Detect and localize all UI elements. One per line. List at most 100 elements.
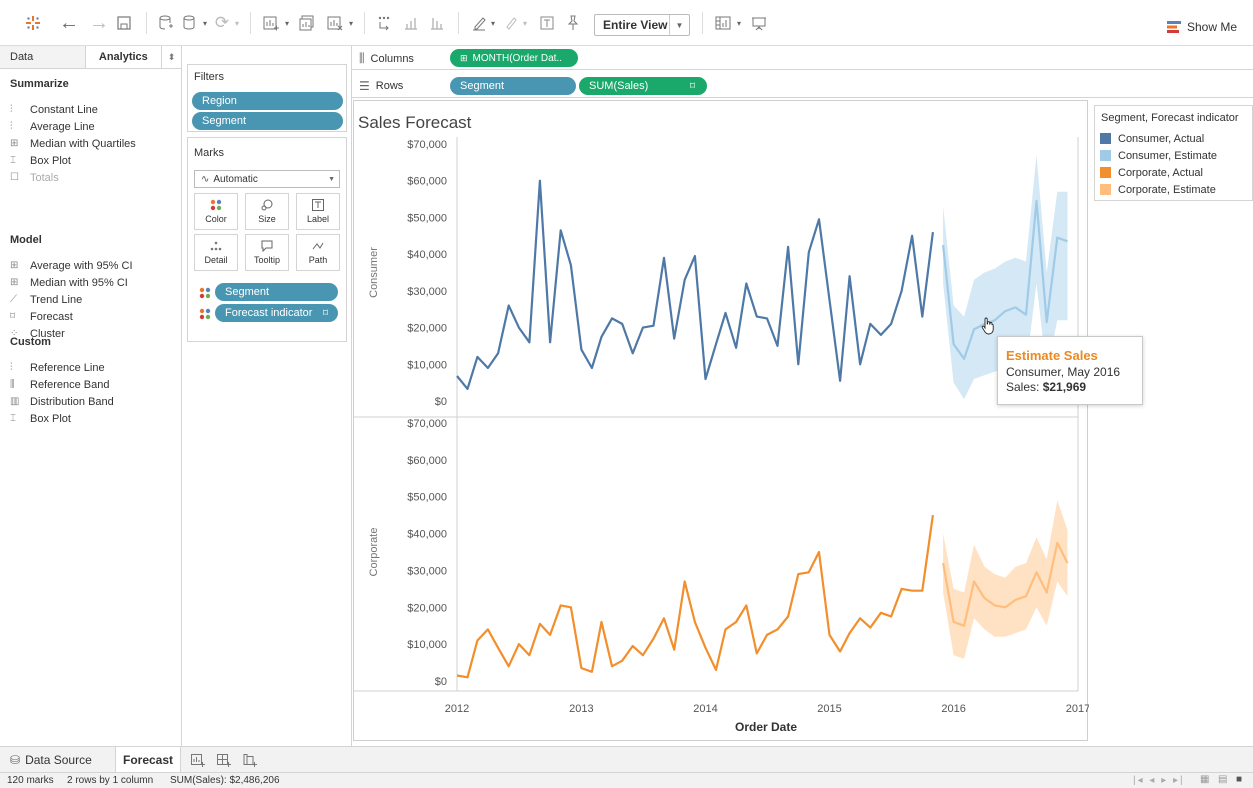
section-title: Custom	[10, 336, 51, 348]
tab-analytics[interactable]: Analytics	[86, 46, 162, 68]
tableau-logo-icon[interactable]	[22, 0, 44, 46]
y-tick-label: $70,000	[407, 139, 447, 151]
status-marks-count: 120 marks	[7, 775, 54, 786]
dropdown-arrow-icon[interactable]: ▾	[520, 0, 530, 46]
legend-item[interactable]: Consumer, Estimate	[1095, 147, 1252, 164]
section-title: Model	[10, 234, 42, 246]
average-ci-icon: ⊞	[10, 260, 19, 271]
color-icon	[210, 199, 222, 211]
show-mark-labels-icon[interactable]	[536, 0, 558, 46]
analytics-item-trend-line[interactable]: ⟋ Trend Line	[0, 291, 181, 308]
analytics-item-label: Forecast	[30, 310, 73, 323]
filter-pill-region[interactable]: Region	[192, 92, 343, 110]
legend-item[interactable]: Consumer, Actual	[1095, 130, 1252, 147]
dropdown-arrow-icon[interactable]: ▾	[200, 0, 210, 46]
plus-box-icon: ⊞	[460, 52, 468, 63]
x-tick-label: 2015	[817, 703, 841, 715]
new-story-icon[interactable]	[243, 747, 257, 773]
y-tick-label: $30,000	[407, 286, 447, 298]
columns-label-text: Columns	[370, 52, 414, 65]
highlight-icon[interactable]	[468, 0, 490, 46]
tooltip-line-sales: Sales: $21,969	[1006, 380, 1142, 394]
dropdown-arrow-icon[interactable]: ▾	[282, 0, 292, 46]
dropdown-arrow-icon[interactable]: ▾	[346, 0, 356, 46]
analytics-item-average-with-95-ci[interactable]: ⊞ Average with 95% CI	[0, 257, 181, 274]
show-me-label: Show Me	[1187, 20, 1238, 34]
analytics-item-median-with-95-ci[interactable]: ⊞ Median with 95% CI	[0, 274, 181, 291]
path-mark-button[interactable]: Path	[296, 234, 340, 271]
presentation-mode-icon[interactable]	[748, 0, 770, 46]
new-worksheet-icon[interactable]	[260, 0, 282, 46]
pane-menu-icon[interactable]: ⬍	[161, 46, 181, 68]
show-cards-icon[interactable]	[712, 0, 734, 46]
totals-icon: ☐	[10, 172, 19, 183]
detail-mark-button[interactable]: Detail	[194, 234, 238, 271]
tooltip-mark-button[interactable]: Tooltip	[245, 234, 289, 271]
actual-line-consumer	[456, 179, 934, 390]
tab-data[interactable]: Data	[0, 46, 86, 68]
analytics-item-forecast[interactable]: ⌑ Forecast	[0, 308, 181, 325]
new-worksheet-icon[interactable]	[191, 747, 205, 773]
analytics-item-average-line[interactable]: ⫶ Average Line	[0, 118, 181, 135]
color-mark-button[interactable]: Color	[194, 193, 238, 230]
pin-axes-icon[interactable]	[562, 0, 584, 46]
save-icon[interactable]	[114, 0, 134, 46]
swap-rows-columns-icon[interactable]	[374, 0, 396, 46]
marks-pill-forecast-indicator[interactable]: Forecast indicator ⌑	[215, 304, 338, 322]
analytics-item-reference-line[interactable]: ⫶ Reference Line	[0, 359, 181, 376]
analytics-item-median-with-quartiles[interactable]: ⊞ Median with Quartiles	[0, 135, 181, 152]
rows-pill-sum-sales[interactable]: SUM(Sales) ⌑	[579, 77, 707, 95]
duplicate-sheet-icon[interactable]	[296, 0, 318, 46]
columns-pill-month-order-date[interactable]: ⊞ MONTH(Order Dat..	[450, 49, 578, 67]
analytics-item-totals[interactable]: ☐ Totals	[0, 169, 181, 186]
sheet-navigation-icon[interactable]: |◂ ◂ ▸ ▸|	[1133, 775, 1185, 786]
legend-label: Consumer, Actual	[1118, 132, 1205, 145]
analytics-item-reference-band[interactable]: ⫼ Reference Band	[0, 376, 181, 393]
analytics-item-box-plot[interactable]: ⌶ Box Plot	[0, 410, 181, 427]
sort-descending-icon[interactable]	[426, 0, 448, 46]
mark-type-label: Automatic	[213, 173, 258, 185]
y-tick-label: $20,000	[407, 602, 447, 614]
mark-type-dropdown[interactable]: ∿ Automatic ▼	[194, 170, 340, 188]
tabs-view-icon[interactable]: ■	[1236, 774, 1242, 785]
data-source-tab[interactable]: ⛁ Data Source	[10, 747, 92, 773]
group-members-icon[interactable]	[500, 0, 522, 46]
analytics-item-constant-line[interactable]: ⫶ Constant Line	[0, 101, 181, 118]
rows-shelf[interactable]: ☰ Rows Segment SUM(Sales) ⌑	[352, 74, 1253, 98]
sheet-sorter-icon[interactable]: ▦	[1200, 774, 1209, 785]
filters-title: Filters	[194, 71, 224, 83]
analytics-item-distribution-band[interactable]: ▥ Distribution Band	[0, 393, 181, 410]
new-dashboard-icon[interactable]	[217, 747, 231, 773]
reference-band-icon: ⫼	[10, 379, 15, 390]
undo-arrow-icon[interactable]: ←	[58, 0, 80, 46]
distribution-band-icon: ▥	[10, 396, 20, 407]
label-mark-button[interactable]: Label	[296, 193, 340, 230]
columns-shelf[interactable]: ⫼ Columns ⊞ MONTH(Order Dat..	[352, 46, 1253, 70]
legend-item[interactable]: Corporate, Actual	[1095, 164, 1252, 181]
marks-pill-segment[interactable]: Segment	[215, 283, 338, 301]
chevron-down-icon: ▼	[669, 15, 689, 35]
tooltip-sales-value: $21,969	[1042, 380, 1087, 394]
dropdown-arrow-icon[interactable]: ▾	[232, 0, 242, 46]
new-data-source-icon[interactable]	[156, 0, 176, 46]
refresh-icon[interactable]: ⟳	[212, 0, 232, 46]
clear-sheet-icon[interactable]	[324, 0, 346, 46]
show-me-button[interactable]: Show Me	[1167, 17, 1237, 37]
redo-arrow-icon[interactable]: →	[88, 0, 110, 46]
sales-forecast-chart[interactable]: $0 $10,000 $20,000 $30,000 $40,000 $50,000 $60…	[354, 101, 1089, 742]
size-mark-button[interactable]: Size	[245, 193, 289, 230]
rows-pill-segment[interactable]: Segment	[450, 77, 576, 95]
hand-cursor-icon	[981, 317, 994, 335]
legend-item[interactable]: Corporate, Estimate	[1095, 181, 1252, 198]
fit-view-dropdown[interactable]: Entire View ▼	[594, 14, 690, 36]
dropdown-arrow-icon[interactable]: ▾	[488, 0, 498, 46]
analytics-item-box-plot[interactable]: ⌶ Box Plot	[0, 152, 181, 169]
mark-tooltip: Estimate Sales Consumer, May 2016 Sales:…	[997, 336, 1143, 405]
filter-pill-segment[interactable]: Segment	[192, 112, 343, 130]
dropdown-arrow-icon[interactable]: ▾	[734, 0, 744, 46]
sort-ascending-icon[interactable]	[400, 0, 422, 46]
pause-updates-icon[interactable]	[180, 0, 200, 46]
legend-swatch	[1100, 184, 1111, 195]
filmstrip-icon[interactable]: ▤	[1218, 774, 1227, 785]
sheet-tab-forecast[interactable]: Forecast	[115, 747, 181, 773]
